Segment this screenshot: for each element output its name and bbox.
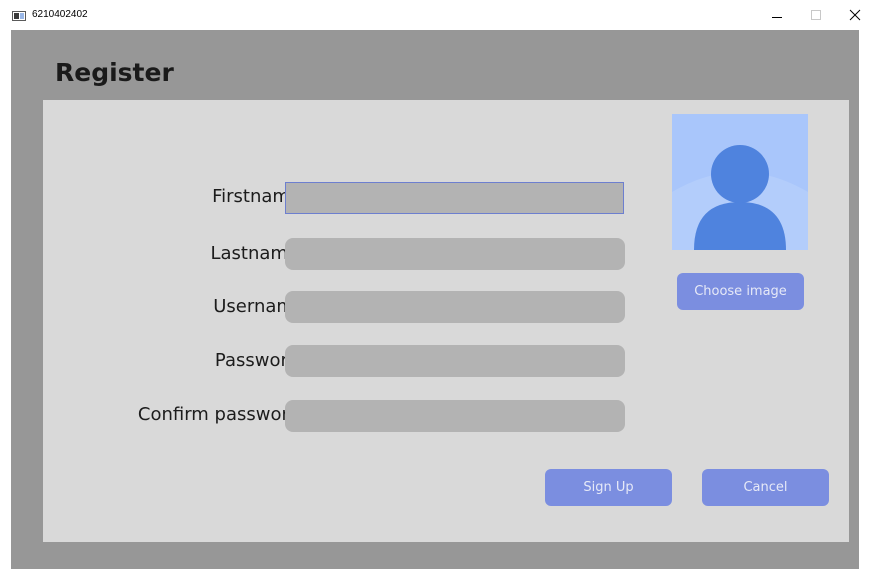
sign-up-button[interactable]: Sign Up [545, 469, 672, 506]
title-bar[interactable]: 6210402402 [0, 0, 870, 30]
maximize-button[interactable] [796, 0, 836, 30]
app-window-icon [12, 11, 26, 21]
close-button[interactable] [835, 0, 870, 30]
register-panel: Firstname Lastname Username Password Con… [43, 100, 849, 542]
minimize-icon [772, 17, 782, 18]
page-title: Register [55, 58, 174, 87]
confirm-password-label: Confirm password [137, 404, 300, 425]
username-input[interactable] [285, 291, 625, 323]
user-avatar-icon [672, 114, 808, 250]
minimize-button[interactable] [757, 0, 797, 30]
cancel-button[interactable]: Cancel [702, 469, 829, 506]
password-input[interactable] [285, 345, 625, 377]
firstname-input[interactable] [285, 182, 624, 214]
app-window: 6210402402 Register Firstname Lastname U… [0, 0, 870, 569]
window-title: 6210402402 [32, 9, 88, 20]
lastname-input[interactable] [285, 238, 625, 270]
register-view: Register Firstname Lastname Username Pas… [11, 30, 859, 569]
close-icon [849, 9, 861, 21]
choose-image-button[interactable]: Choose image [677, 273, 804, 310]
maximize-icon [811, 10, 821, 20]
confirm-password-input[interactable] [285, 400, 625, 432]
